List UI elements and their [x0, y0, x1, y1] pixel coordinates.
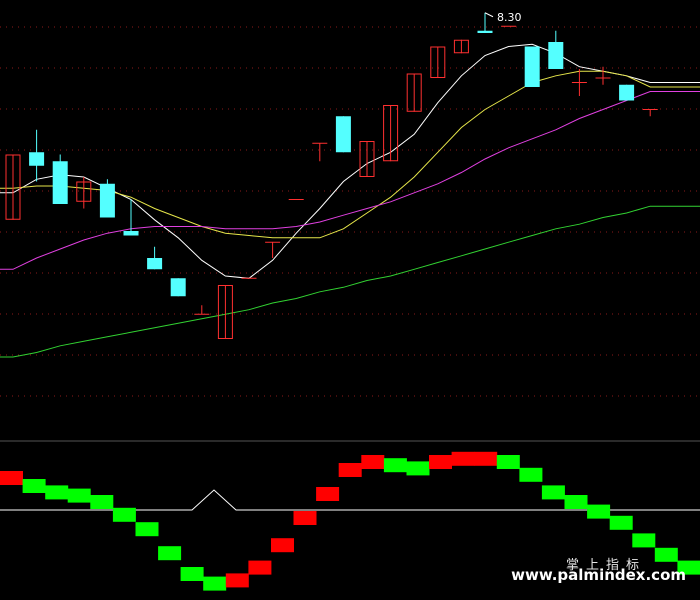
oscillator-step [361, 455, 385, 469]
oscillator-step [474, 451, 498, 466]
oscillator-step [316, 487, 340, 501]
oscillator-step [496, 455, 520, 469]
oscillator-step [0, 471, 23, 485]
candle-body-down [619, 84, 635, 101]
oscillator-step [248, 560, 272, 575]
candle-body-down [52, 161, 68, 204]
moving-average-line-1 [0, 43, 700, 279]
oscillator-step [45, 485, 69, 500]
candle-body-down [147, 258, 163, 270]
oscillator-step [158, 546, 182, 561]
oscillator-step [90, 495, 114, 509]
oscillator-step [338, 463, 362, 477]
moving-average-line-4 [0, 205, 700, 358]
oscillator-step [180, 567, 204, 581]
oscillator-step [519, 467, 543, 482]
candle-body-down [524, 46, 540, 87]
candle-body-down [29, 152, 45, 166]
candle-body-down [99, 183, 115, 218]
oscillator-step [135, 522, 159, 537]
candle-body-down [123, 231, 139, 236]
oscillator-step [429, 455, 452, 469]
peak-price-label: 8.30 [497, 11, 522, 24]
oscillator-step [587, 504, 611, 519]
oscillator-step [406, 461, 430, 476]
watermark-url: www.palmindex.com [511, 566, 686, 584]
oscillator-step [203, 576, 227, 591]
candle-body-down [548, 42, 564, 69]
oscillator-step [632, 533, 656, 548]
oscillator-step [225, 573, 249, 588]
oscillator-step [67, 488, 91, 503]
oscillator-step [609, 515, 633, 530]
oscillator-step [564, 495, 588, 509]
candle-body-down [170, 278, 186, 297]
oscillator-step [293, 511, 317, 525]
oscillator-step [271, 538, 294, 553]
oscillator-step [383, 458, 407, 473]
stock-chart: 8.30 [0, 11, 700, 591]
peak-pointer [484, 12, 494, 18]
oscillator-step [541, 485, 565, 500]
oscillator-step [112, 507, 136, 522]
oscillator-step [22, 479, 46, 493]
candle-body-down [335, 116, 351, 153]
candle-body-down [477, 30, 493, 33]
oscillator-step [654, 547, 678, 562]
oscillator-step [451, 451, 475, 466]
